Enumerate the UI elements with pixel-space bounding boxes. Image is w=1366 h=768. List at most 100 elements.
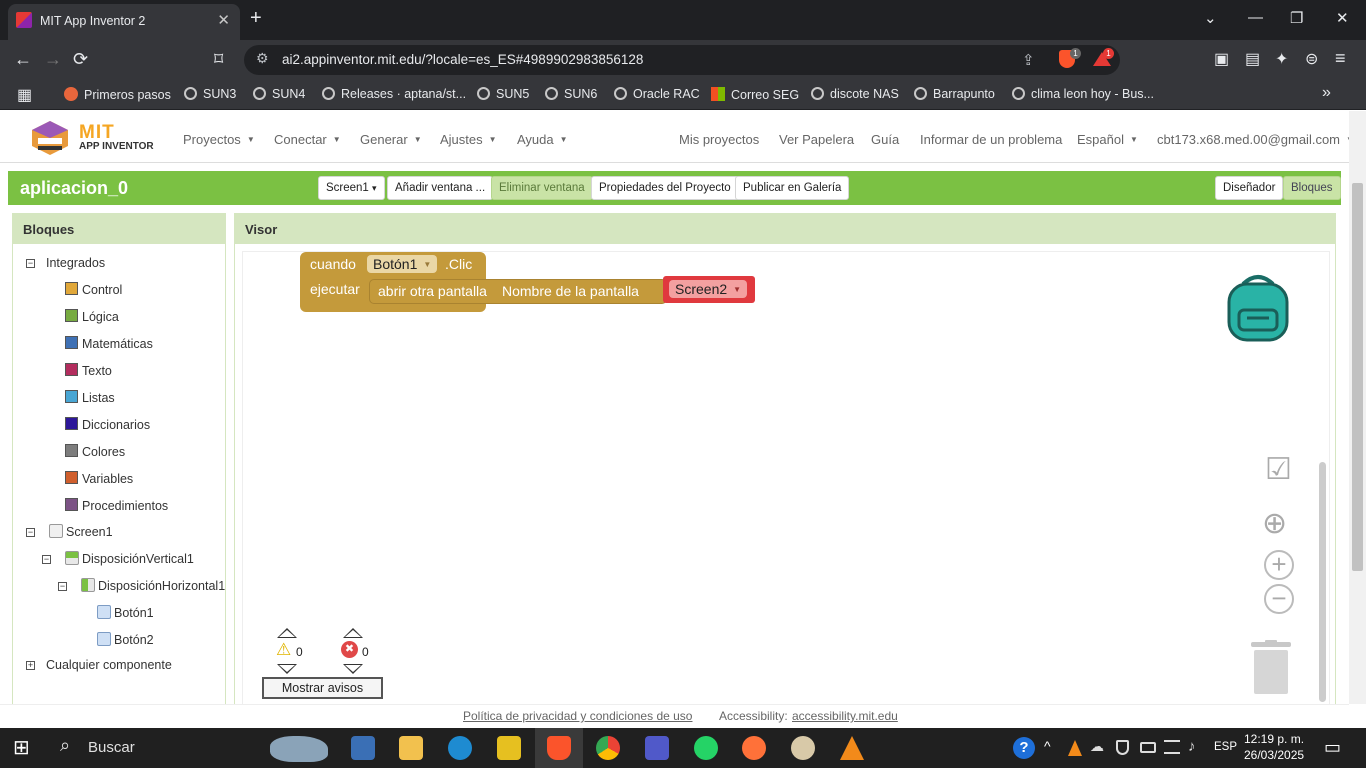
remote-desktop-icon[interactable] bbox=[351, 736, 375, 760]
firefox-taskbar-icon[interactable] bbox=[742, 736, 766, 760]
privacy-link[interactable]: Política de privacidad y condiciones de … bbox=[463, 709, 692, 723]
sticky-notes-icon[interactable] bbox=[497, 736, 521, 760]
blocks-button[interactable]: Bloques bbox=[1283, 176, 1341, 200]
new-tab-icon[interactable]: + bbox=[250, 7, 262, 30]
tree-item-integrados[interactable]: Integrados bbox=[46, 256, 105, 270]
url-text[interactable]: ai2.appinventor.mit.edu/?locale=es_ES#49… bbox=[282, 52, 643, 67]
bookmark-item[interactable]: Oracle RAC bbox=[614, 87, 700, 101]
builtin-colors[interactable]: Colores bbox=[65, 444, 125, 459]
builtin-control[interactable]: Control bbox=[65, 282, 122, 297]
notifications-icon[interactable]: ▭ bbox=[1324, 737, 1341, 758]
bookmark-item[interactable]: discote NAS bbox=[811, 87, 899, 101]
menu-proyectos[interactable]: Proyectos ▼ bbox=[183, 132, 255, 147]
help-icon[interactable]: ? bbox=[1013, 737, 1035, 759]
windows-start-icon[interactable]: ⊞ bbox=[13, 735, 30, 760]
builtin-logic[interactable]: Lógica bbox=[65, 309, 119, 324]
restore-icon[interactable]: ❐ bbox=[1290, 9, 1303, 27]
bookmark-item[interactable]: SUN4 bbox=[253, 87, 305, 101]
site-info-icon[interactable]: ⚙ bbox=[256, 50, 269, 67]
my-projects-link[interactable]: Mis proyectos bbox=[679, 132, 759, 147]
page-scrollbar[interactable] bbox=[1349, 111, 1366, 704]
expand-icon[interactable]: + bbox=[26, 661, 35, 670]
bookmark-item[interactable]: Primeros pasos bbox=[64, 87, 171, 102]
bookmark-item[interactable]: SUN3 bbox=[184, 87, 236, 101]
file-explorer-icon[interactable] bbox=[399, 736, 423, 760]
tree-item-any-component[interactable]: Cualquier componente bbox=[46, 658, 172, 672]
browser-tab[interactable]: MIT App Inventor 2 ✕ bbox=[8, 4, 240, 40]
builtin-variables[interactable]: Variables bbox=[65, 471, 133, 486]
vlc-icon[interactable] bbox=[840, 736, 864, 760]
collapse-icon[interactable]: − bbox=[26, 259, 35, 268]
bookmark-item[interactable]: SUN6 bbox=[545, 87, 597, 101]
page-scrollbar-thumb[interactable] bbox=[1352, 183, 1363, 571]
component-dropdown[interactable]: Botón1 ▼ bbox=[367, 255, 438, 273]
recenter-icon[interactable]: ⊕ bbox=[1262, 506, 1287, 541]
menu-conectar[interactable]: Conectar ▼ bbox=[274, 132, 341, 147]
language-menu[interactable]: Español ▼ bbox=[1077, 132, 1138, 147]
menu-generar[interactable]: Generar ▼ bbox=[360, 132, 422, 147]
bookmark-icon[interactable]: ⌑ bbox=[214, 49, 223, 70]
bookmark-item[interactable]: Correo SEG bbox=[711, 87, 799, 102]
validate-icon[interactable]: ☑ bbox=[1265, 452, 1292, 487]
onedrive-icon[interactable]: ☁ bbox=[1090, 738, 1104, 755]
leo-ai-icon[interactable]: ✦ bbox=[1275, 49, 1288, 69]
forward-icon[interactable]: → bbox=[44, 49, 62, 70]
screen-select-button[interactable]: Screen1 ▾ bbox=[318, 176, 385, 200]
add-screen-button[interactable]: Añadir ventana ... bbox=[387, 176, 494, 200]
bookmark-item[interactable]: SUN5 bbox=[477, 87, 529, 101]
open-another-screen-block[interactable]: abrir otra pantalla Nombre de la pantall… bbox=[369, 279, 667, 304]
security-icon[interactable] bbox=[1116, 740, 1129, 755]
address-bar[interactable]: ⚙ ai2.appinventor.mit.edu/?locale=es_ES#… bbox=[244, 45, 1120, 75]
trash-icon[interactable] bbox=[1251, 640, 1291, 694]
minimize-icon[interactable]: — bbox=[1248, 9, 1263, 26]
tree-item-vertical-arrangement[interactable]: DisposiciónVertical1 bbox=[65, 551, 194, 566]
tree-item-button1[interactable]: Botón1 bbox=[97, 605, 154, 620]
whatsapp-icon[interactable] bbox=[694, 736, 718, 760]
tab-search-icon[interactable]: ⌄ bbox=[1204, 9, 1217, 27]
brave-taskbar-icon[interactable] bbox=[547, 736, 571, 760]
bookmark-item[interactable]: Releases · aptana/st... bbox=[322, 87, 466, 101]
bookmark-item[interactable]: clima leon hoy - Bus... bbox=[1012, 87, 1154, 101]
builtin-dictionaries[interactable]: Diccionarios bbox=[65, 417, 150, 432]
menu-ajustes[interactable]: Ajustes ▼ bbox=[440, 132, 497, 147]
builtin-lists[interactable]: Listas bbox=[65, 390, 115, 405]
remove-screen-button[interactable]: Eliminar ventana bbox=[491, 176, 593, 200]
browser-menu-icon[interactable]: ≡ bbox=[1335, 48, 1346, 69]
blocks-workspace[interactable]: cuando Botón1 ▼ .Clic ejecutar abrir otra… bbox=[242, 251, 1330, 704]
airplane-icon[interactable] bbox=[1164, 740, 1180, 754]
taskbar-search[interactable]: ⌕ Buscar bbox=[48, 728, 328, 768]
account-menu[interactable]: cbt173.x68.med.00@gmail.com▼ bbox=[1157, 132, 1354, 147]
volume-icon[interactable]: ♪ bbox=[1188, 738, 1196, 755]
chrome-icon[interactable] bbox=[596, 736, 620, 760]
backpack-icon[interactable] bbox=[1225, 274, 1291, 342]
apps-icon[interactable]: ▦ bbox=[17, 85, 32, 105]
paint-icon[interactable] bbox=[791, 736, 815, 760]
screen-name-dropdown[interactable]: Screen2 ▼ bbox=[669, 280, 748, 298]
builtin-math[interactable]: Matemáticas bbox=[65, 336, 153, 351]
builtin-procedures[interactable]: Procedimientos bbox=[65, 498, 168, 513]
collapse-icon[interactable]: − bbox=[58, 582, 67, 591]
sidebar-icon[interactable]: ▣ bbox=[1214, 49, 1229, 69]
zoom-out-icon[interactable]: − bbox=[1264, 584, 1294, 614]
battery-icon[interactable] bbox=[1140, 742, 1156, 753]
app-inventor-logo-icon[interactable] bbox=[30, 120, 70, 156]
reload-icon[interactable]: ⟳ bbox=[73, 49, 88, 70]
publish-gallery-button[interactable]: Publicar en Galería bbox=[735, 176, 850, 200]
vlc-tray-icon[interactable] bbox=[1068, 740, 1082, 756]
clock[interactable]: 12:19 p. m. 26/03/2025 bbox=[1244, 731, 1304, 763]
zoom-in-icon[interactable]: + bbox=[1264, 550, 1294, 580]
wallet-icon[interactable]: ▤ bbox=[1245, 49, 1260, 69]
accessibility-link[interactable]: accessibility.mit.edu bbox=[792, 709, 898, 723]
report-problem-link[interactable]: Informar de un problema bbox=[920, 132, 1062, 147]
back-icon[interactable]: ← bbox=[14, 49, 32, 70]
screen-name-block[interactable]: Screen2 ▼ bbox=[663, 276, 755, 303]
view-trash-link[interactable]: Ver Papelera bbox=[779, 132, 854, 147]
guide-link[interactable]: Guía bbox=[871, 132, 899, 147]
bookmark-item[interactable]: Barrapunto bbox=[914, 87, 995, 101]
more-bookmarks-icon[interactable]: » bbox=[1322, 84, 1331, 102]
builtin-text[interactable]: Texto bbox=[65, 363, 112, 378]
tree-item-screen1[interactable]: Screen1 bbox=[49, 524, 113, 539]
collapse-icon[interactable]: − bbox=[42, 555, 51, 564]
tree-item-button2[interactable]: Botón2 bbox=[97, 632, 154, 647]
tree-item-horizontal-arrangement[interactable]: DisposiciónHorizontal1 bbox=[81, 578, 225, 593]
